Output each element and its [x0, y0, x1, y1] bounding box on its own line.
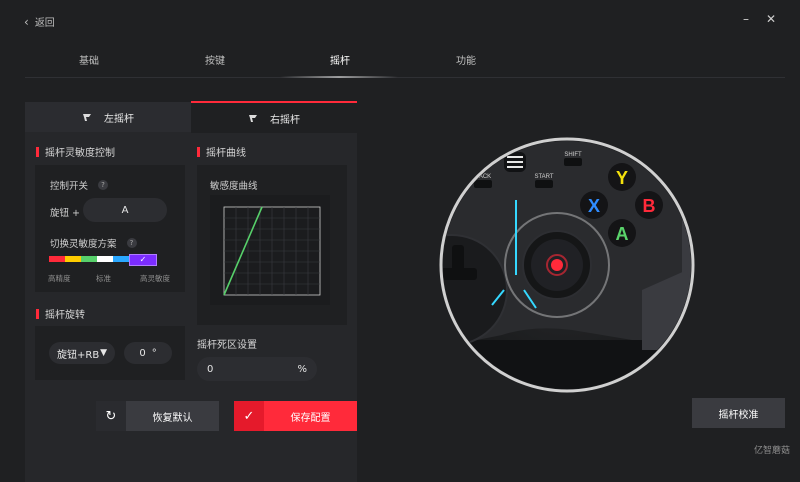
help-icon[interactable]: ?	[126, 238, 137, 248]
save-config-label: 保存配置	[290, 412, 331, 424]
tab-sticks[interactable]: 摇杆	[330, 52, 350, 67]
controller-start-label: START	[534, 174, 553, 180]
rotation-title: 摇杆旋转	[45, 310, 85, 321]
rotation-dropdown[interactable]: 旋钮+RB ▼	[49, 342, 115, 364]
back-label: 返回	[34, 18, 55, 29]
tab-right-stick[interactable]: 右摇杆	[191, 101, 357, 133]
scale-label-mid: 标准	[96, 274, 111, 283]
left-stick-icon	[83, 114, 91, 121]
close-button[interactable]: ✕	[766, 12, 776, 26]
knob-key-value: A	[121, 204, 129, 216]
tab-left-stick[interactable]: 左摇杆	[25, 102, 191, 132]
reset-icon-button[interactable]: ↻	[96, 401, 126, 431]
save-icon-button[interactable]: ✓	[234, 401, 264, 431]
curve-card-title: 敏感度曲线	[210, 181, 258, 192]
sensitivity-title: 摇杆灵敏度控制	[45, 148, 115, 159]
sensitivity-curve-graph[interactable]	[210, 195, 330, 305]
sensitivity-scale[interactable]: ✓	[49, 254, 157, 266]
check-icon: ✓	[243, 408, 255, 424]
degree-unit: °	[151, 347, 157, 359]
rotation-degree-value: 0	[139, 347, 146, 359]
right-stick-icon	[249, 115, 257, 122]
deadzone-value: 0	[207, 363, 214, 375]
knob-key-field[interactable]: A	[83, 198, 167, 222]
watermark-text: 亿智蘑菇	[753, 446, 790, 456]
rotation-dropdown-value: 旋钮+RB	[57, 349, 100, 361]
rotation-section-title: 摇杆旋转	[36, 306, 85, 321]
controller-b-label: B	[643, 196, 656, 216]
controller-preview: Y X B A SHIFT START BACK	[439, 137, 695, 393]
knob-label: 旋钮 +	[50, 208, 80, 219]
deadzone-field[interactable]: 0 %	[197, 357, 317, 381]
help-icon[interactable]: ?	[98, 180, 109, 190]
tabs-divider	[25, 77, 785, 78]
deadzone-section-title: 摇杆死区设置	[197, 336, 257, 351]
section-accent-bar	[36, 308, 39, 319]
curve-title: 摇杆曲线	[206, 148, 246, 159]
deadzone-title: 摇杆死区设置	[197, 340, 257, 351]
refresh-icon: ↻	[105, 408, 117, 424]
rotation-degree-field[interactable]: 0 °	[124, 342, 172, 364]
scale-label-high: 高灵敏度	[140, 274, 170, 283]
controller-shift-label: SHIFT	[564, 152, 582, 158]
stick-calibration-label: 摇杆校准	[718, 409, 759, 421]
scale-segment-2[interactable]	[65, 256, 81, 262]
reset-default-button[interactable]: 恢复默认	[126, 401, 219, 431]
scale-segment-4[interactable]	[97, 256, 113, 262]
scale-segment-selected[interactable]: ✓	[129, 254, 157, 266]
active-tab-indicator	[280, 76, 398, 78]
section-accent-bar	[197, 146, 200, 157]
tab-basic[interactable]: 基础	[79, 52, 99, 67]
back-button[interactable]: ‹ 返回	[24, 14, 55, 30]
minimize-button[interactable]: –	[743, 12, 749, 26]
tab-keys[interactable]: 按键	[205, 52, 225, 67]
scale-label-low: 高精度	[48, 274, 71, 283]
scale-segment-1[interactable]	[49, 256, 65, 262]
left-stick-label: 左摇杆	[104, 113, 134, 125]
controller-x-label: X	[588, 196, 600, 216]
sensitivity-section-title: 摇杆灵敏度控制	[36, 144, 115, 159]
controller-y-label: Y	[616, 168, 628, 188]
controller-a-label: A	[616, 224, 629, 244]
right-stick-label: 右摇杆	[270, 114, 300, 126]
reset-default-label: 恢复默认	[152, 412, 193, 424]
control-switch-label: 控制开关	[50, 181, 89, 192]
caret-down-icon: ▼	[100, 348, 107, 358]
main-tabs: 基础 按键 摇杆 功能	[25, 52, 785, 78]
control-switch-row: 控制开关 ?	[50, 178, 109, 192]
section-accent-bar	[36, 146, 39, 157]
tab-functions[interactable]: 功能	[456, 52, 476, 67]
curve-section-title: 摇杆曲线	[197, 144, 246, 159]
scale-segment-5[interactable]	[113, 256, 129, 262]
scheme-label: 切换灵敏度方案	[50, 239, 117, 250]
deadzone-unit: %	[297, 363, 307, 375]
scale-segment-3[interactable]	[81, 256, 97, 262]
scheme-row: 切换灵敏度方案 ?	[50, 236, 137, 250]
chevron-left-icon: ‹	[24, 14, 29, 29]
save-config-button[interactable]: 保存配置	[264, 401, 357, 431]
stick-calibration-button[interactable]: 摇杆校准	[692, 398, 785, 428]
checkmark-icon: ✓	[139, 255, 147, 264]
